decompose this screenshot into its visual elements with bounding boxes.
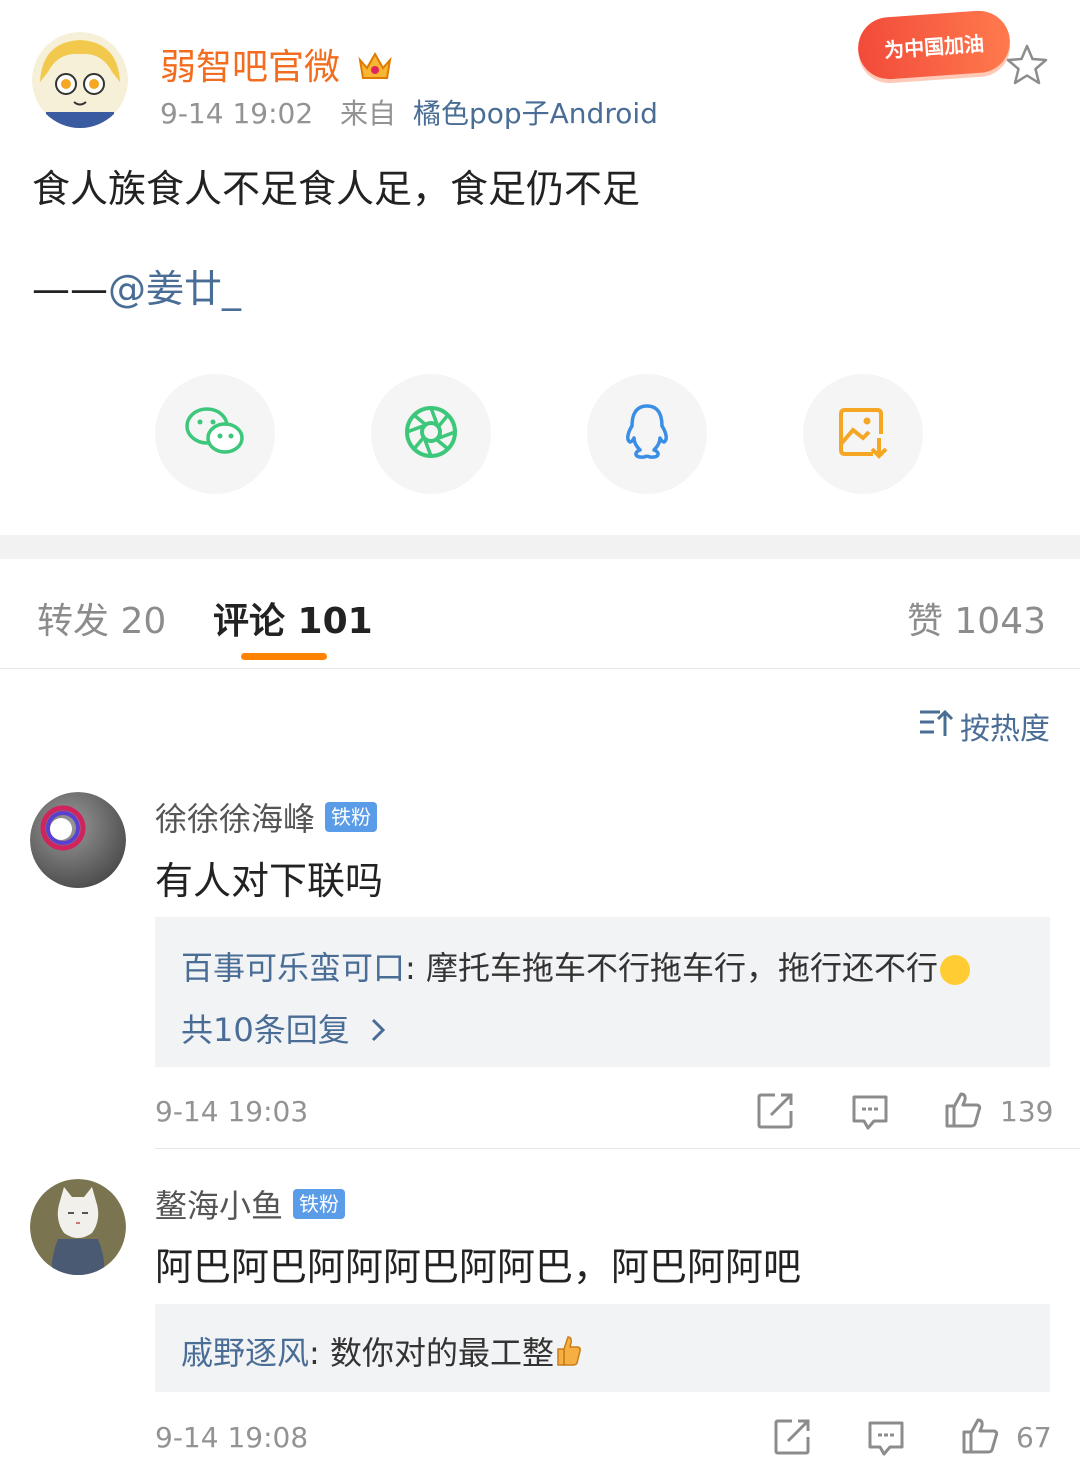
- fan-badge: 铁粉: [293, 1189, 346, 1219]
- comment-avatar[interactable]: [30, 1179, 126, 1275]
- share-wechat-button[interactable]: [155, 374, 275, 494]
- like-icon[interactable]: [960, 1416, 1000, 1456]
- comment-divider: [155, 1148, 1080, 1149]
- thumbs-up-emoji-icon: [556, 1335, 582, 1375]
- comment-author[interactable]: 徐徐徐海峰 铁粉: [155, 794, 378, 840]
- reply-user[interactable]: 戚野逐风: [181, 1334, 309, 1372]
- repost-icon[interactable]: [755, 1091, 795, 1131]
- reply-preview[interactable]: 戚野逐风: 数你对的最工整: [155, 1304, 1050, 1392]
- active-tab-indicator: [241, 653, 327, 660]
- reply-comment-icon[interactable]: [866, 1419, 906, 1459]
- share-qq-button[interactable]: [587, 374, 707, 494]
- comment-author[interactable]: 鳌海小鱼 铁粉: [155, 1181, 346, 1227]
- reply-text: : 数你对的最工整: [309, 1334, 554, 1372]
- mention-link[interactable]: @姜廿_: [108, 267, 241, 311]
- section-divider: [0, 535, 1080, 559]
- fan-badge: 铁粉: [325, 802, 378, 832]
- wechat-icon: [183, 404, 247, 464]
- comment-avatar[interactable]: [30, 792, 126, 888]
- reply-preview[interactable]: 百事可乐蛮可口: 摩托车拖车不行拖车行，拖行还不行 共10条回复: [155, 917, 1050, 1067]
- comment-time: 9-14 19:03: [155, 1095, 309, 1128]
- moments-icon: [403, 404, 459, 464]
- post-meta: 9-14 19:02 来自 橘色pop子Android: [160, 92, 658, 132]
- post-time: 9-14 19:02: [160, 97, 314, 130]
- like-count: 139: [1000, 1095, 1054, 1128]
- comment-text: 阿巴阿巴阿阿阿巴阿阿巴，阿巴阿阿吧: [155, 1245, 802, 1289]
- post-credit: ——@姜廿_: [32, 267, 242, 311]
- reply-comment-icon[interactable]: [850, 1093, 890, 1133]
- sort-label: 按热度: [960, 712, 1050, 747]
- author-name[interactable]: 弱智吧官微: [160, 38, 393, 91]
- tab-likes[interactable]: 赞 1043: [907, 592, 1046, 644]
- comment-time: 9-14 19:08: [155, 1421, 309, 1454]
- chevron-right-icon: [370, 1013, 386, 1051]
- post-text: 食人族食人不足食人足，食足仍不足: [32, 167, 641, 211]
- view-replies-link[interactable]: 共10条回复: [181, 1005, 386, 1051]
- save-image-button[interactable]: [803, 374, 923, 494]
- author-avatar[interactable]: [32, 32, 128, 128]
- share-moments-button[interactable]: [371, 374, 491, 494]
- tab-comments[interactable]: 评论 101: [213, 592, 373, 644]
- favorite-star-icon[interactable]: [1004, 42, 1050, 88]
- cheer-china-badge[interactable]: 为中国加油: [856, 8, 1012, 82]
- comment-text: 有人对下联吗: [155, 859, 384, 903]
- reply-text: : 摩托车拖车不行拖车行，拖行还不行: [405, 949, 938, 987]
- sort-button[interactable]: 按热度: [918, 704, 1050, 748]
- source-prefix: 来自: [340, 97, 397, 130]
- vip-crown-icon: [357, 48, 393, 91]
- repost-icon[interactable]: [772, 1417, 812, 1457]
- post-source[interactable]: 橘色pop子Android: [413, 97, 658, 130]
- reply-line: 百事可乐蛮可口: 摩托车拖车不行拖车行，拖行还不行: [181, 943, 970, 989]
- like-icon[interactable]: [943, 1090, 983, 1130]
- kiss-emoji-icon: [939, 955, 970, 985]
- qq-icon: [622, 402, 672, 466]
- save-image-icon: [835, 404, 891, 464]
- like-count: 67: [1016, 1421, 1052, 1454]
- tab-divider: [0, 668, 1080, 669]
- sort-icon: [918, 706, 954, 746]
- reply-line: 戚野逐风: 数你对的最工整: [181, 1328, 582, 1375]
- reply-user[interactable]: 百事可乐蛮可口: [181, 949, 405, 987]
- tab-repost[interactable]: 转发 20: [37, 592, 166, 644]
